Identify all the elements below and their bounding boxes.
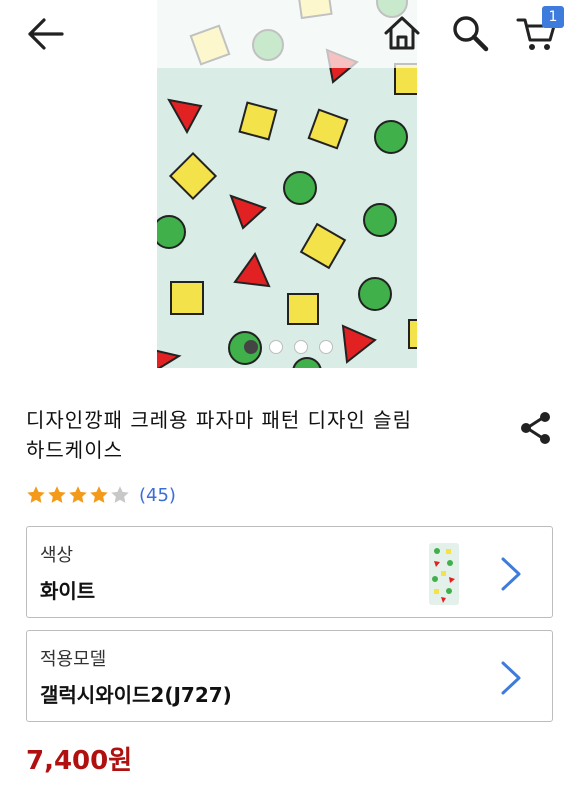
back-button[interactable] <box>22 14 66 54</box>
product-title: 디자인깡패 크레용 파자마 패턴 디자인 슬림 하드케이스 <box>26 405 466 465</box>
cart-button[interactable]: 1 <box>514 6 564 56</box>
chevron-right-icon <box>501 557 521 591</box>
arrow-left-icon <box>28 18 64 50</box>
rating-row[interactable]: (45) <box>26 483 176 507</box>
color-option-label: 색상 <box>40 545 74 566</box>
star-filled-icon <box>48 486 66 503</box>
color-thumbnail <box>429 543 459 605</box>
model-option-value: 갤럭시와이드2(J727) <box>40 683 232 707</box>
case-thumbnail-image <box>429 543 459 605</box>
carousel-dot[interactable] <box>269 340 283 354</box>
model-option-label: 적용모델 <box>40 649 107 670</box>
carousel-indicator <box>244 340 333 354</box>
chevron-right-icon <box>501 661 521 695</box>
search-icon <box>453 16 489 52</box>
star-filled-icon <box>90 486 108 503</box>
color-option[interactable]: 색상 화이트 <box>26 526 553 618</box>
share-icon <box>521 412 550 444</box>
star-empty-icon <box>111 486 129 503</box>
carousel-dot[interactable] <box>319 340 333 354</box>
product-hero: 1 <box>0 0 581 368</box>
home-button[interactable] <box>380 12 424 54</box>
model-option[interactable]: 적용모델 갤럭시와이드2(J727) <box>26 630 553 722</box>
product-title-line: 디자인깡패 크레용 파자마 패턴 디자인 슬림 <box>26 408 412 432</box>
review-count[interactable]: (45) <box>139 485 176 506</box>
share-button[interactable] <box>518 410 554 446</box>
home-icon <box>384 16 420 50</box>
product-title-line: 하드케이스 <box>26 438 123 462</box>
carousel-dot[interactable] <box>294 340 308 354</box>
search-button[interactable] <box>448 12 492 54</box>
top-app-bar: 1 <box>0 0 581 68</box>
star-filled-icon <box>69 486 87 503</box>
color-option-value: 화이트 <box>40 579 96 603</box>
star-filled-icon <box>27 486 45 503</box>
carousel-dot[interactable] <box>244 340 258 354</box>
cart-count-badge: 1 <box>542 6 564 28</box>
rating-stars <box>26 485 131 505</box>
product-price: 7,400원 <box>26 746 133 776</box>
